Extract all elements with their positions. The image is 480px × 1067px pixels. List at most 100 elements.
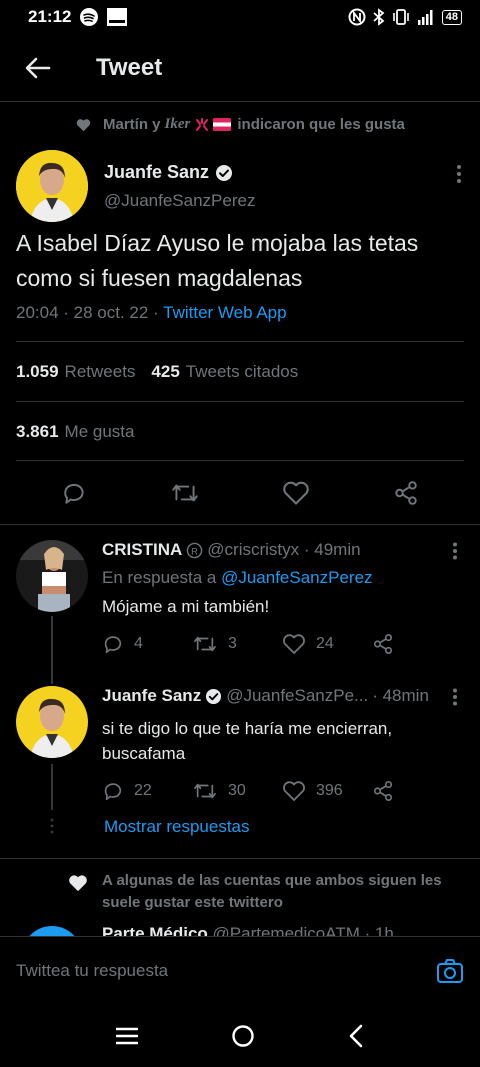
retweet-count: 3 — [228, 635, 237, 652]
share-icon[interactable] — [393, 480, 419, 506]
verified-badge-icon — [205, 688, 222, 705]
partial-author-handle: @PartemedicoATM · 1h — [212, 924, 394, 936]
reply-count: 4 — [134, 635, 143, 652]
retweet-icon — [192, 633, 218, 655]
likes-count: 3.861 — [16, 422, 59, 441]
svg-text:R: R — [191, 546, 198, 557]
reply-button[interactable]: 4 — [102, 633, 192, 655]
retweet-stats: 1.059 Retweets 425 Tweets citados — [16, 362, 298, 382]
avatar[interactable] — [16, 540, 88, 612]
more-vertical-icon[interactable] — [452, 688, 458, 706]
author-name[interactable]: Juanfe Sanz — [104, 162, 209, 183]
reply-icon[interactable] — [61, 480, 87, 506]
angry-emoji-icon — [194, 117, 210, 132]
retweet-button[interactable]: 3 — [192, 633, 282, 655]
battery-indicator: 48 — [441, 9, 462, 25]
reply-text: si te digo lo que te haría me encierran,… — [102, 719, 393, 763]
tweet-text: A Isabel Díaz Ayuso le mojaba las tetas … — [16, 230, 419, 291]
heart-icon — [76, 118, 91, 132]
thread-dots — [49, 818, 55, 834]
divider — [16, 401, 464, 402]
back-button[interactable] — [0, 34, 76, 102]
tweet-meta: 20:04 · 28 oct. 22 · Twitter Web App — [16, 303, 287, 323]
like-button[interactable]: 396 — [282, 780, 372, 802]
avatar — [22, 926, 82, 936]
reply-icon — [102, 633, 124, 655]
vibrate-icon — [392, 9, 410, 25]
heart-icon[interactable] — [282, 480, 310, 506]
reply-author-name[interactable]: CRISTINA — [102, 540, 182, 560]
reply-to-handle-link[interactable]: @JuanfeSanzPerez — [221, 568, 372, 587]
registered-icon: R — [186, 542, 203, 559]
liked-by-text-before: Martín y — [103, 116, 161, 133]
reply-icon — [102, 780, 124, 802]
social-context[interactable]: Martín y Iker indicaron que les gusta — [0, 116, 480, 133]
reply-author-handle[interactable]: @JuanfeSanzPe... — [226, 686, 368, 706]
system-nav-bar — [0, 1004, 480, 1067]
spotify-icon — [79, 7, 99, 27]
page-title: Tweet — [96, 53, 163, 81]
retweet-icon[interactable] — [170, 480, 200, 506]
avatar[interactable] — [16, 686, 88, 758]
status-bar: 21:12 48 — [0, 0, 480, 34]
retweets-count: 1.059 — [16, 362, 59, 381]
retweets-stat[interactable]: 1.059 Retweets — [16, 362, 135, 382]
reply-author-name[interactable]: Juanfe Sanz — [102, 686, 201, 706]
liked-by-name-styled: Iker — [164, 116, 191, 132]
tweet-date: 20:04 · 28 oct. 22 · — [16, 303, 164, 322]
author-handle[interactable]: @JuanfeSanzPerez — [104, 191, 255, 211]
liked-by-text-after: indicaron que les gusta — [237, 116, 405, 133]
menu-icon[interactable] — [116, 1027, 139, 1045]
camera-icon[interactable] — [436, 958, 464, 984]
reply-author-handle[interactable]: @criscristyx · 49min — [207, 540, 360, 560]
like-stats: 3.861 Me gusta — [16, 422, 134, 442]
tweet-action-bar — [0, 470, 480, 516]
back-chevron-icon[interactable] — [348, 1024, 364, 1048]
share-button[interactable] — [372, 633, 462, 655]
heart-icon — [68, 874, 88, 892]
like-button[interactable]: 24 — [282, 633, 372, 655]
more-vertical-icon[interactable] — [456, 164, 462, 184]
home-circle-icon[interactable] — [231, 1024, 255, 1048]
suggestion-text: A algunas de las cuentas que ambos sigue… — [102, 872, 442, 911]
more-vertical-icon[interactable] — [452, 542, 458, 560]
quotes-stat[interactable]: 425 Tweets citados — [151, 362, 298, 382]
divider — [0, 858, 480, 859]
divider — [16, 341, 464, 342]
reply-input[interactable]: Twittea tu respuesta — [16, 961, 168, 981]
partial-tweet[interactable]: Parte Médico @PartemedicoATM · 1h — [0, 922, 480, 936]
retweet-icon — [192, 780, 218, 802]
share-button[interactable] — [372, 780, 462, 802]
status-time: 21:12 — [28, 7, 72, 26]
reply-button[interactable]: 22 — [102, 780, 192, 802]
signal-icon — [416, 8, 436, 26]
nfc-icon — [348, 8, 366, 26]
share-icon — [372, 633, 394, 655]
share-icon — [372, 780, 394, 802]
orange-app-icon — [107, 8, 128, 26]
reply-time: · 48min — [372, 686, 429, 705]
retweets-label: Retweets — [64, 362, 136, 381]
reply-text: Mójame a mi también! — [102, 597, 270, 616]
bluetooth-icon — [372, 8, 386, 26]
divider — [0, 524, 480, 525]
heart-icon — [282, 633, 306, 655]
like-count: 24 — [316, 635, 334, 652]
likes-stat[interactable]: 3.861 Me gusta — [16, 422, 134, 442]
verified-badge-icon — [215, 164, 233, 182]
show-replies-link[interactable]: Mostrar respuestas — [104, 817, 250, 837]
reply-tweet[interactable]: CRISTINA R @criscristyx · 49min En respu… — [0, 540, 480, 670]
tweet-author: Juanfe Sanz @JuanfeSanzPerez — [16, 150, 466, 224]
partial-author-name: Parte Médico — [102, 924, 208, 936]
reply-tweet[interactable]: Juanfe Sanz @JuanfeSanzPe... · 48min si … — [0, 686, 480, 806]
flag-icon — [213, 118, 232, 131]
top-app-bar: Tweet — [0, 34, 480, 102]
tweet-source-link[interactable]: Twitter Web App — [163, 303, 286, 322]
reply-count: 22 — [134, 782, 152, 799]
retweet-count: 30 — [228, 782, 246, 799]
reply-composer[interactable]: Twittea tu respuesta — [0, 936, 480, 1004]
like-count: 396 — [316, 782, 343, 799]
avatar[interactable] — [16, 150, 88, 222]
quotes-count: 425 — [151, 362, 180, 381]
retweet-button[interactable]: 30 — [192, 780, 282, 802]
